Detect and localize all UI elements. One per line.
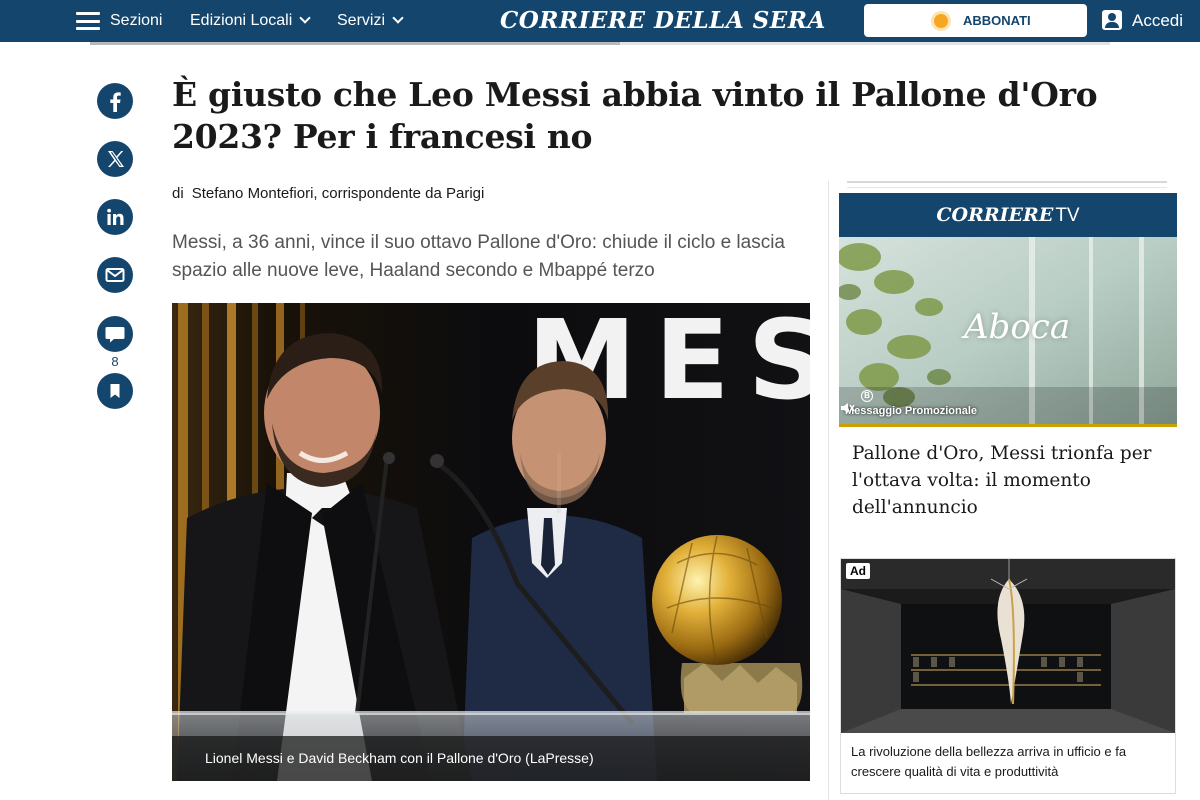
sun-icon (934, 14, 948, 28)
x-share-button[interactable] (97, 141, 133, 177)
login-label: Accedi (1132, 11, 1184, 30)
tv-logo: CORRIERE (936, 204, 1054, 226)
video-title-link[interactable]: Pallone d'Oro, Messi trionfa per l'ottav… (852, 440, 1172, 521)
comment-icon (105, 327, 125, 343)
linkedin-share-button[interactable] (97, 199, 133, 235)
mail-icon (105, 268, 125, 282)
advertisement[interactable]: Ad La rivoluzione della bellezza arriva … (840, 558, 1176, 794)
video-progress-bar (839, 424, 1177, 427)
facebook-share-button[interactable] (97, 83, 133, 119)
bookmark-icon (110, 384, 120, 398)
subscribe-label: ABBONATI (963, 13, 1031, 28)
b-corp-badge: B (861, 390, 873, 402)
article-byline: di Stefano Montefiori, corrispondente da … (172, 185, 484, 202)
x-icon (108, 151, 124, 167)
linkedin-icon (107, 208, 124, 225)
article-main-photo[interactable]: MES Lionel Messi e David Beckham con il … (172, 303, 810, 781)
sections-menu-button[interactable]: Sezioni (110, 0, 162, 42)
mute-icon[interactable] (839, 400, 855, 416)
ad-image (841, 559, 1175, 733)
user-icon (1102, 10, 1122, 30)
facebook-icon (110, 92, 121, 112)
comment-count: 8 (111, 354, 119, 369)
subscribe-button[interactable]: ABBONATI (864, 4, 1087, 37)
corriere-tv-header[interactable]: CORRIERE TV (839, 193, 1177, 237)
chevron-down-icon (392, 12, 404, 24)
sidebar-top-rule (847, 181, 1167, 183)
tv-logo-suffix: TV (1055, 205, 1080, 226)
comments-button[interactable] (97, 316, 133, 352)
ad-headline[interactable]: La rivoluzione della bellezza arriva in … (851, 742, 1166, 782)
article-headline: È giusto che Leo Messi abbia vinto il Pa… (172, 75, 1098, 156)
local-editions-label: Edizioni Locali (190, 12, 293, 29)
header-strip-right (620, 42, 1110, 45)
photo-caption: Lionel Messi e David Beckham con il Pall… (172, 736, 810, 781)
services-label: Servizi (337, 12, 386, 29)
hamburger-menu-icon[interactable] (76, 12, 100, 30)
header-strip-left (90, 42, 620, 45)
video-brand-text: Aboca (964, 307, 1071, 347)
video-player[interactable]: Aboca B Messaggio Promozionale (839, 237, 1177, 427)
ad-tag: Ad (846, 563, 870, 579)
top-navigation-bar: Sezioni Edizioni Locali Servizi CORRIERE… (0, 0, 1200, 42)
sidebar-divider (828, 181, 829, 800)
office-interior-image (841, 559, 1175, 733)
byline-prefix: di (172, 185, 184, 202)
promo-label: Messaggio Promozionale (845, 405, 978, 417)
email-share-button[interactable] (97, 257, 133, 293)
article-summary: Messi, a 36 anni, vince il suo ottavo Pa… (172, 232, 786, 281)
byline-author[interactable]: Stefano Montefiori, corrispondente da Pa… (192, 185, 485, 202)
services-dropdown[interactable]: Servizi (337, 0, 404, 42)
local-editions-dropdown[interactable]: Edizioni Locali (190, 0, 311, 42)
chevron-down-icon (299, 12, 311, 24)
site-logo[interactable]: CORRIERE DELLA SERA (500, 3, 826, 39)
messi-beckham-photo: MES (172, 303, 810, 781)
sidebar-top-rule-thin (847, 187, 1167, 188)
login-button[interactable]: Accedi (1102, 0, 1183, 42)
bookmark-button[interactable] (97, 373, 133, 409)
